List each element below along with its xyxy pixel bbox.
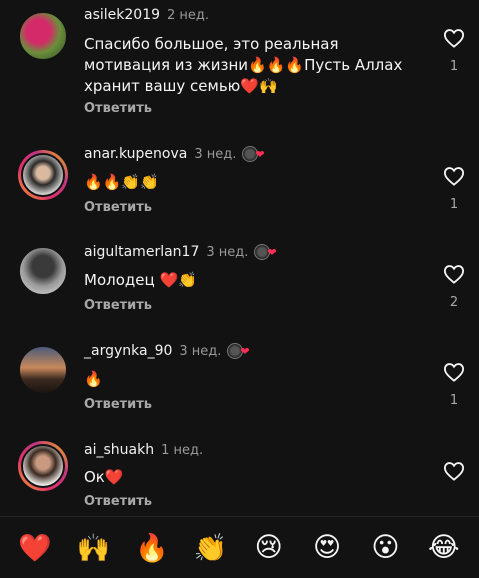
comment-time: 3 нед.: [179, 343, 222, 359]
comment-text: 🔥🔥👏👏: [84, 173, 159, 191]
like-count: 1: [449, 393, 459, 408]
comment-text: 🔥: [84, 370, 103, 388]
reaction-surprised-button[interactable]: 😮: [363, 532, 407, 563]
author-liked-badge: ❤: [227, 343, 250, 359]
heart-outline-icon[interactable]: [443, 28, 465, 48]
comment-text: Спасибо большое, это реальная мотивация …: [84, 35, 403, 95]
heart-outline-icon[interactable]: [443, 362, 465, 382]
like-control: [440, 461, 468, 481]
reply-button[interactable]: Ответить: [84, 101, 152, 116]
heart-outline-icon[interactable]: [443, 264, 465, 284]
reaction-crying-button[interactable]: 😢: [247, 532, 291, 563]
comment-username[interactable]: _argynka_90: [84, 343, 172, 359]
comment-username[interactable]: anar.kupenova: [84, 146, 187, 162]
reaction-heart-button[interactable]: ❤️: [13, 532, 57, 564]
reaction-laughing-button[interactable]: 😂: [422, 532, 466, 563]
reply-button[interactable]: Ответить: [84, 494, 152, 509]
reply-button[interactable]: Ответить: [84, 200, 152, 215]
reaction-heart-eyes-button[interactable]: 😍: [305, 532, 349, 563]
avatar[interactable]: [18, 11, 68, 61]
reaction-fire-button[interactable]: 🔥: [130, 532, 174, 564]
avatar[interactable]: [18, 150, 68, 200]
author-liked-badge: ❤: [254, 244, 277, 260]
comment-time: 3 нед.: [194, 146, 237, 162]
heart-icon: ❤: [240, 344, 250, 358]
like-control: 2: [440, 264, 468, 310]
comment-username[interactable]: asilek2019: [84, 7, 160, 23]
comments-list: asilek2019 2 нед. Спасибо большое, это р…: [0, 0, 479, 516]
like-count: 1: [449, 197, 459, 212]
comment-username[interactable]: aigultamerlan17: [84, 244, 199, 260]
like-control: 1: [440, 362, 468, 408]
heart-icon: ❤: [255, 147, 265, 161]
avatar[interactable]: [18, 441, 68, 491]
reaction-raised-hands-button[interactable]: 🙌: [72, 532, 116, 564]
comment-text: Ок❤️: [84, 468, 124, 486]
avatar[interactable]: [18, 345, 68, 395]
heart-outline-icon[interactable]: [443, 461, 465, 481]
comment-text: Молодец ❤️👏: [84, 271, 197, 289]
like-control: 1: [440, 166, 468, 212]
quick-reactions-bar: ❤️ 🙌 🔥 👏 😢 😍 😮 😂: [0, 516, 479, 578]
like-count: 2: [449, 295, 459, 310]
heart-outline-icon[interactable]: [443, 166, 465, 186]
like-control: 1: [440, 28, 468, 74]
comment-username[interactable]: ai_shuakh: [84, 442, 154, 458]
avatar[interactable]: [18, 246, 68, 296]
like-count: 1: [449, 59, 459, 74]
comment-time: 1 нед.: [161, 442, 204, 458]
reply-button[interactable]: Ответить: [84, 397, 152, 412]
comment-time: 2 нед.: [167, 7, 210, 23]
reaction-clap-button[interactable]: 👏: [188, 532, 232, 564]
author-liked-badge: ❤: [242, 146, 265, 162]
heart-icon: ❤: [267, 245, 277, 259]
comment-time: 3 нед.: [206, 244, 249, 260]
reply-button[interactable]: Ответить: [84, 298, 152, 313]
